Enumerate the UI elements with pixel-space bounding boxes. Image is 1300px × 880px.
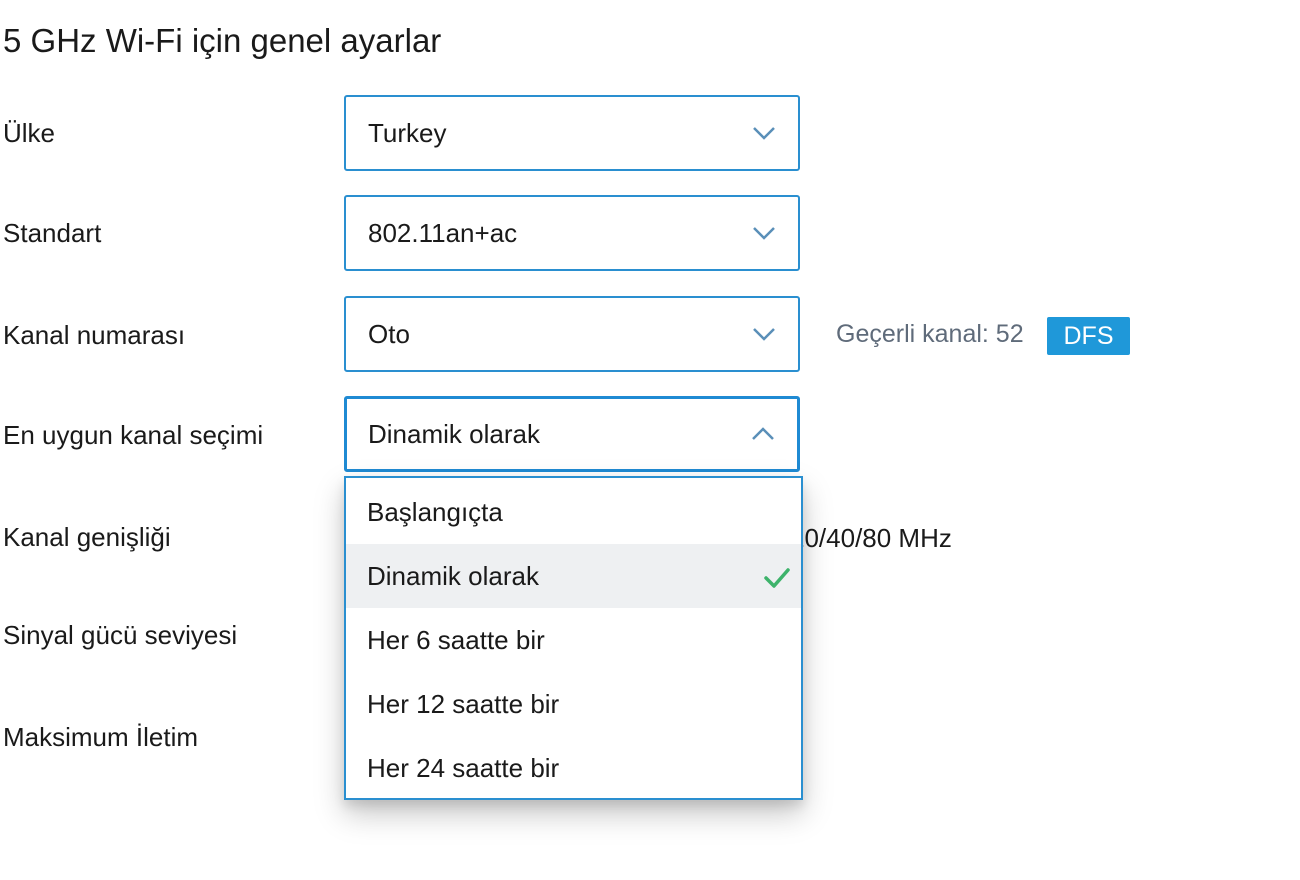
dropdown-option-label: Başlangıçta bbox=[367, 496, 503, 527]
wifi-5ghz-settings-page: 5 GHz Wi-Fi için genel ayarlar Ülke Turk… bbox=[0, 0, 1300, 880]
best-channel-dropdown: Başlangıçta Dinamik olarak Her 6 saatte … bbox=[344, 476, 803, 800]
channel-select[interactable]: Oto bbox=[344, 296, 800, 372]
channel-label: Kanal numarası bbox=[3, 320, 186, 350]
dropdown-option-selected[interactable]: Dinamik olarak bbox=[346, 544, 801, 608]
country-select[interactable]: Turkey bbox=[344, 95, 800, 171]
standard-select-value: 802.11an+ac bbox=[368, 217, 518, 248]
dropdown-option[interactable]: Her 12 saatte bir bbox=[346, 672, 801, 736]
max-tx-label: Maksimum İletim bbox=[3, 722, 199, 752]
signal-label: Sinyal gücü seviyesi bbox=[3, 620, 238, 650]
dfs-badge: DFS bbox=[1047, 317, 1130, 355]
best-channel-select[interactable]: Dinamik olarak bbox=[344, 396, 800, 472]
standard-label: Standart bbox=[3, 218, 102, 248]
best-channel-label: En uygun kanal seçimi bbox=[3, 420, 264, 450]
current-channel-text: Geçerli kanal: 52 bbox=[836, 320, 1024, 348]
dropdown-option[interactable]: Her 24 saatte bir bbox=[346, 736, 801, 800]
dropdown-option[interactable]: Başlangıçta bbox=[346, 480, 801, 544]
standard-select[interactable]: 802.11an+ac bbox=[344, 195, 800, 271]
country-select-value: Turkey bbox=[368, 117, 447, 148]
bandwidth-value: 20/40/80 MHz bbox=[790, 523, 952, 553]
best-channel-select-value: Dinamik olarak bbox=[368, 418, 540, 449]
dropdown-option-label: Her 24 saatte bir bbox=[367, 752, 560, 783]
dropdown-option-label: Her 12 saatte bir bbox=[367, 688, 560, 719]
chevron-down-icon bbox=[752, 126, 776, 140]
chevron-down-icon bbox=[752, 226, 776, 240]
page-title: 5 GHz Wi-Fi için genel ayarlar bbox=[3, 22, 442, 59]
dropdown-option-label: Dinamik olarak bbox=[367, 560, 539, 591]
chevron-down-icon bbox=[752, 327, 776, 341]
check-icon bbox=[763, 565, 791, 588]
bandwidth-label: Kanal genişliği bbox=[3, 522, 171, 552]
country-label: Ülke bbox=[3, 118, 56, 148]
dropdown-option[interactable]: Her 6 saatte bir bbox=[346, 608, 801, 672]
dropdown-option-label: Her 6 saatte bir bbox=[367, 624, 545, 655]
channel-select-value: Oto bbox=[368, 318, 410, 349]
chevron-up-icon bbox=[751, 427, 775, 441]
